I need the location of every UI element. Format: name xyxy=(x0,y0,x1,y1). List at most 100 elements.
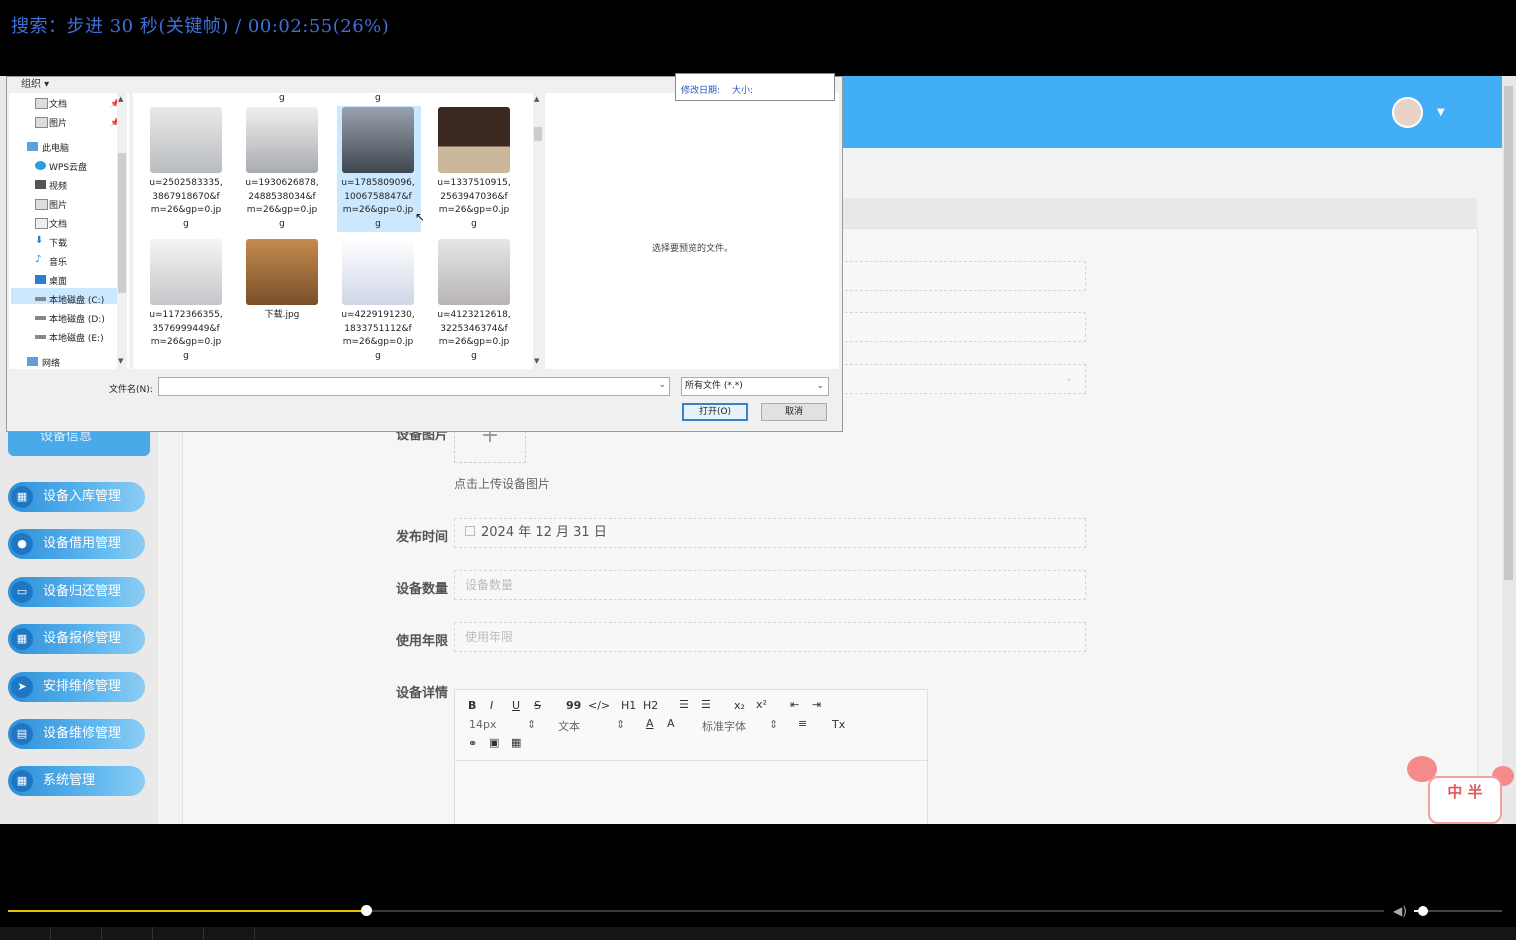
file-scroll-thumb[interactable] xyxy=(534,127,542,141)
file-item[interactable]: u=2502583335, 3867918670&f m=26&gp=0.jp … xyxy=(145,107,227,231)
superscript-button[interactable]: x² xyxy=(756,698,767,711)
file-name-line: g xyxy=(183,218,189,229)
bold-button[interactable]: B xyxy=(468,699,476,712)
file-item[interactable]: u=4229191230, 1833751112&f m=26&gp=0.jp … xyxy=(337,239,419,363)
image-icon[interactable]: ▣ xyxy=(489,736,499,749)
nav-item-network[interactable]: 网络 xyxy=(42,356,60,369)
quote-button[interactable]: 99 xyxy=(566,699,581,712)
nav-item-documents-2[interactable]: 文档 xyxy=(49,217,67,230)
file-name-line: m=26&gp=0.jp xyxy=(342,337,414,347)
publish-date-input[interactable]: 2024 年 12 月 31 日 xyxy=(454,518,1086,548)
sidebar-item-borrow[interactable]: ● 设备借用管理 xyxy=(8,529,145,559)
nav-item-desktop[interactable]: 桌面 xyxy=(49,274,67,287)
bullet-list-icon[interactable]: ☰ xyxy=(701,698,711,711)
filename-input[interactable]: ⌄ xyxy=(158,377,670,396)
avatar[interactable] xyxy=(1392,97,1423,128)
link-icon[interactable]: ⚭ xyxy=(468,737,477,750)
quantity-input[interactable]: 设备数量 xyxy=(454,570,1086,600)
nav-item-drive-e[interactable]: 本地磁盘 (E:) xyxy=(49,331,104,344)
inkjet-printer-thumbnail xyxy=(342,107,414,173)
chevron-down-icon[interactable]: ▼ xyxy=(534,357,539,365)
nav-item-downloads[interactable]: 下载 xyxy=(49,236,67,249)
mascot-text: 中 半 xyxy=(1428,776,1502,824)
file-item[interactable]: u=4123212618, 3225346374&f m=26&gp=0.jp … xyxy=(433,239,515,363)
file-item[interactable]: u=1337510915, 2563947036&f m=26&gp=0.jp … xyxy=(433,107,515,231)
mascot-widget[interactable]: 中 半 xyxy=(1404,752,1514,824)
drive-icon xyxy=(35,335,46,339)
file-list-scrollbar[interactable]: ▲ ▼ xyxy=(533,93,543,369)
menu-label: 设备维修管理 xyxy=(43,726,122,741)
file-item-selected[interactable]: u=1785809096, 1006758847&f m=26&gp=0.jp … xyxy=(337,107,419,231)
nav-item-documents[interactable]: 文档 xyxy=(49,97,67,110)
h1-button[interactable]: H1 xyxy=(621,699,636,712)
network-icon xyxy=(27,357,38,366)
organize-menu[interactable]: 组织 ▾ xyxy=(21,75,49,90)
upload-hint: 点击上传设备图片 xyxy=(454,477,551,491)
volume-knob[interactable] xyxy=(1418,906,1428,916)
nav-item-videos[interactable]: 视频 xyxy=(49,179,67,192)
sidebar-item-schedule-repair[interactable]: ➤ 安排维修管理 xyxy=(8,672,145,702)
form-select-hidden[interactable]: ⌄ xyxy=(840,364,1086,394)
align-icon[interactable]: ≡ xyxy=(798,717,807,730)
nav-item-this-pc[interactable]: 此电脑 xyxy=(42,141,69,154)
bottom-bar-separator xyxy=(254,927,255,940)
outdent-icon[interactable]: ⇤ xyxy=(790,698,799,711)
italic-button[interactable]: I xyxy=(490,699,493,712)
underline-button[interactable]: U xyxy=(512,699,520,712)
menu-label: 设备入库管理 xyxy=(43,489,122,504)
rich-text-editor[interactable]: B I U S 99 </> H1 H2 ☰ ☰ x₂ x² ⇤ ⇥ 14px … xyxy=(454,689,928,824)
file-item[interactable]: u=1930626878, 2488538034&f m=26&gp=0.jp … xyxy=(241,107,323,231)
nav-item-drive-d[interactable]: 本地磁盘 (D:) xyxy=(49,312,105,325)
file-item[interactable]: u=1172366355, 3576999449&f m=26&gp=0.jp … xyxy=(145,239,227,363)
file-tooltip: 修改日期: 大小: xyxy=(675,73,835,101)
page-scrollbar-thumb[interactable] xyxy=(1504,86,1513,580)
code-button[interactable]: </> xyxy=(588,699,610,712)
service-life-label: 使用年限 xyxy=(396,634,449,649)
ordered-list-icon[interactable]: ☰ xyxy=(679,698,689,711)
nav-scroll-thumb[interactable] xyxy=(118,153,126,293)
filetype-select[interactable]: 所有文件 (*.*) ⌄ xyxy=(681,377,829,396)
service-life-input[interactable]: 使用年限 xyxy=(454,622,1086,652)
nav-item-pictures-2[interactable]: 图片 xyxy=(49,198,67,211)
form-field-hidden-1[interactable] xyxy=(840,261,1086,291)
chevron-down-icon[interactable]: ⌄ xyxy=(658,380,666,390)
indent-icon[interactable]: ⇥ xyxy=(812,698,821,711)
preview-pane: 选择要预览的文件。 xyxy=(545,93,839,369)
sidebar-item-system[interactable]: ▦ 系统管理 xyxy=(8,766,145,796)
menu-label: 设备借用管理 xyxy=(43,536,122,551)
background-color-button[interactable]: A xyxy=(667,717,675,730)
drive-icon xyxy=(35,316,46,320)
volume-icon[interactable]: ◀) xyxy=(1393,904,1407,918)
nav-item-music[interactable]: 音乐 xyxy=(49,255,67,268)
nav-item-drive-c[interactable]: 本地磁盘 (C:) xyxy=(49,293,104,306)
sidebar-item-report-repair[interactable]: ▦ 设备报修管理 xyxy=(8,624,145,654)
cancel-button[interactable]: 取消 xyxy=(761,403,827,421)
text-style-select[interactable]: 文本 xyxy=(558,718,580,734)
font-size-select[interactable]: 14px xyxy=(469,718,497,731)
chevron-up-icon[interactable]: ▲ xyxy=(534,95,539,103)
clear-format-button[interactable]: Tx xyxy=(832,718,845,731)
font-color-button[interactable]: A xyxy=(646,717,654,730)
nav-item-pictures[interactable]: 图片 xyxy=(49,116,67,129)
sidebar-item-return[interactable]: ▭ 设备归还管理 xyxy=(8,577,145,607)
chevron-up-icon[interactable]: ▲ xyxy=(118,95,123,103)
send-icon: ➤ xyxy=(11,676,33,698)
subscript-button[interactable]: x₂ xyxy=(734,699,745,712)
document-icon xyxy=(35,218,48,229)
file-name-line: g xyxy=(183,350,189,361)
sidebar-item-stock-in[interactable]: ▦ 设备入库管理 xyxy=(8,482,145,512)
open-button[interactable]: 打开(O) xyxy=(682,403,748,421)
progress-knob[interactable] xyxy=(361,905,372,916)
video-icon[interactable]: ▦ xyxy=(511,736,521,749)
form-field-hidden-2[interactable] xyxy=(840,312,1086,342)
font-family-select[interactable]: 标准字体 xyxy=(702,718,746,734)
strike-button[interactable]: S xyxy=(534,699,541,712)
chevron-down-icon[interactable]: ▼ xyxy=(118,357,123,365)
nav-item-wps-cloud[interactable]: WPS云盘 xyxy=(49,160,87,173)
h2-button[interactable]: H2 xyxy=(643,699,658,712)
sidebar-item-repair-manage[interactable]: ▤ 设备维修管理 xyxy=(8,719,145,749)
file-item[interactable]: 下载.jpg xyxy=(241,239,323,323)
chevron-down-icon[interactable]: ▼ xyxy=(1437,107,1445,118)
nav-scrollbar[interactable]: ▲ ▼ xyxy=(117,93,127,369)
chevron-down-icon: ⌄ xyxy=(1064,373,1073,384)
